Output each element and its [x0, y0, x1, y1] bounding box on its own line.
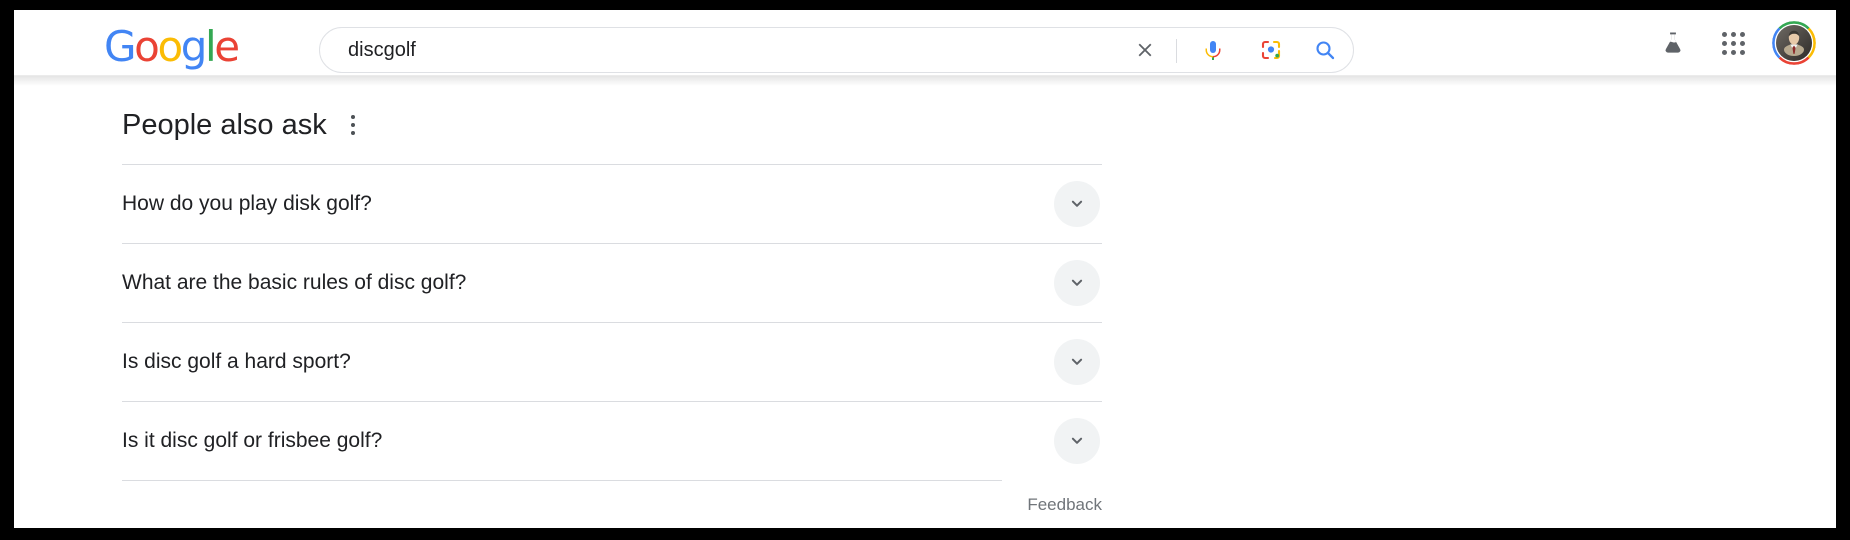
expand-question-button[interactable] [1054, 181, 1100, 227]
screenshot-frame: Google discgolf People also ask How do y… [0, 0, 1850, 540]
google-lens-button[interactable] [1249, 28, 1293, 72]
apps-grid-icon [1721, 31, 1745, 55]
people-also-ask-list: How do you play disk golf? What are the … [122, 164, 1102, 525]
list-item[interactable]: Is disc golf a hard sport? [122, 322, 1102, 401]
voice-search-button[interactable] [1191, 28, 1235, 72]
google-labs-button[interactable] [1652, 22, 1694, 64]
header-actions [1652, 20, 1816, 66]
expand-question-button[interactable] [1054, 260, 1100, 306]
avatar-photo [1776, 25, 1812, 61]
search-header: Google [14, 10, 1836, 76]
google-search-page: Google discgolf People also ask How do y… [14, 10, 1836, 528]
search-input[interactable] [348, 28, 1088, 72]
question-text: Is disc golf a hard sport? [122, 350, 351, 373]
google-lens-icon [1261, 40, 1281, 60]
question-text: How do you play disk golf? [122, 192, 372, 215]
microphone-icon [1205, 41, 1221, 60]
list-item[interactable]: Is it disc golf or frisbee golf? [122, 401, 1102, 480]
list-item[interactable]: How do you play disk golf? [122, 164, 1102, 243]
search-icon [1316, 41, 1335, 60]
avatar [1776, 25, 1812, 61]
chevron-down-icon [1071, 437, 1083, 444]
close-icon [1138, 43, 1152, 57]
clear-search-button[interactable] [1123, 28, 1167, 72]
expand-question-button[interactable] [1054, 339, 1100, 385]
people-also-ask-footer: Feedback [122, 480, 1102, 525]
more-options-icon[interactable] [343, 109, 363, 141]
question-text: What are the basic rules of disc golf? [122, 271, 467, 294]
page-title: People also ask [122, 109, 327, 141]
divider-gap [1002, 480, 1102, 481]
google-logo[interactable]: Google [104, 26, 240, 68]
people-also-ask-header: People also ask [122, 108, 363, 142]
search-divider [1176, 39, 1177, 63]
search-box[interactable] [319, 27, 1354, 73]
chevron-down-icon [1071, 279, 1083, 286]
flask-icon [1665, 32, 1681, 53]
question-text: Is it disc golf or frisbee golf? [122, 429, 383, 452]
feedback-link[interactable]: Feedback [1027, 495, 1102, 515]
google-apps-button[interactable] [1712, 22, 1754, 64]
list-item[interactable]: What are the basic rules of disc golf? [122, 243, 1102, 322]
expand-question-button[interactable] [1054, 418, 1100, 464]
header-shadow [14, 76, 1836, 86]
search-submit-button[interactable] [1303, 28, 1347, 72]
chevron-down-icon [1071, 358, 1083, 365]
chevron-down-icon [1071, 200, 1083, 207]
account-avatar-button[interactable] [1772, 21, 1816, 65]
